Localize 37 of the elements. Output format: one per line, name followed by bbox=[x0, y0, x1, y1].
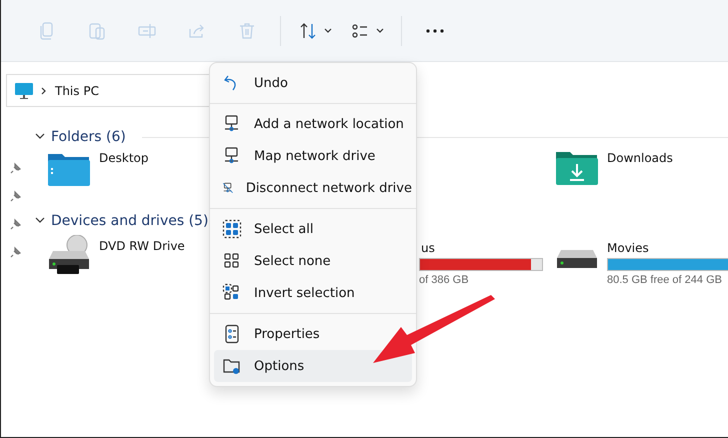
monitor-icon bbox=[15, 82, 33, 98]
free-space-text: of 386 GB bbox=[419, 274, 470, 286]
chevron-down-icon bbox=[35, 217, 45, 225]
downloads-folder-icon bbox=[555, 151, 599, 187]
drive-name[interactable]: Movies bbox=[607, 241, 728, 255]
pin-icon bbox=[10, 246, 22, 258]
delete-icon bbox=[237, 20, 257, 40]
chevron-down-icon bbox=[35, 133, 45, 141]
more-icon bbox=[425, 28, 445, 34]
menu-item[interactable]: Select none bbox=[214, 245, 412, 277]
chevron-down-icon bbox=[376, 28, 384, 34]
paste-icon bbox=[87, 20, 107, 40]
menu-item[interactable]: Options bbox=[214, 350, 412, 382]
section-header[interactable]: Folders (6) bbox=[51, 129, 126, 145]
dvd-drive-icon bbox=[47, 235, 91, 275]
pin-icon bbox=[10, 162, 22, 174]
menu-item[interactable]: Select all bbox=[214, 213, 412, 245]
select-all-icon bbox=[222, 219, 242, 239]
pin-icon bbox=[10, 218, 22, 230]
sort-icon bbox=[298, 20, 318, 40]
menu-item[interactable]: Disconnect network drive bbox=[214, 172, 412, 204]
folder-name[interactable]: Desktop bbox=[99, 151, 148, 165]
menu-item[interactable]: Invert selection bbox=[214, 277, 412, 309]
drive-name[interactable]: us bbox=[419, 241, 555, 255]
pin-icon bbox=[10, 190, 22, 202]
drive-name[interactable]: DVD RW Drive bbox=[99, 239, 185, 253]
menu-item[interactable]: Properties bbox=[214, 318, 412, 350]
chevron-right-icon bbox=[41, 86, 47, 94]
free-space-text: 80.5 GB free of 244 GB bbox=[607, 274, 723, 286]
menu-item[interactable]: Map network drive bbox=[214, 140, 412, 172]
chevron-down-icon bbox=[324, 28, 332, 34]
folder-icon bbox=[47, 151, 91, 187]
section-header[interactable]: Devices and drives (5) bbox=[51, 213, 208, 229]
drive-icon bbox=[555, 249, 599, 269]
path-text: This PC bbox=[55, 84, 99, 98]
folder-name[interactable]: Downloads bbox=[607, 151, 673, 165]
menu-item[interactable]: Add a network location bbox=[214, 108, 412, 140]
